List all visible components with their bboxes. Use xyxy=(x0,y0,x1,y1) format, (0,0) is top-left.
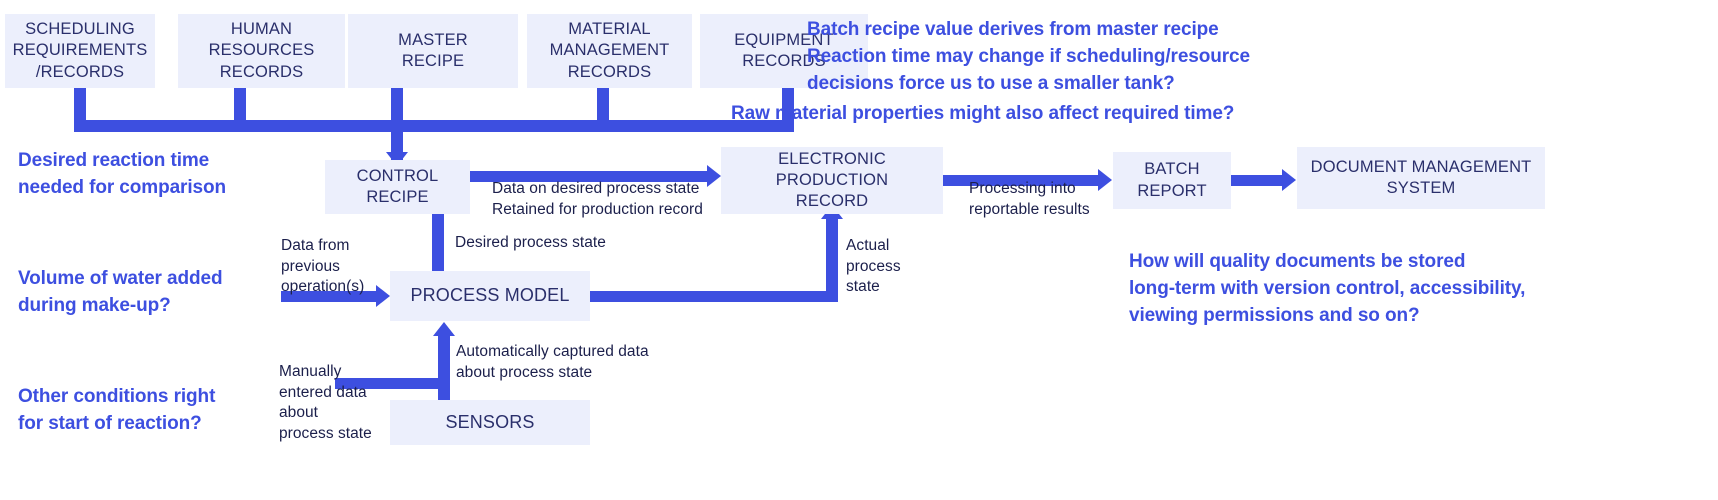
arrowhead-into-process-model-left xyxy=(376,285,390,307)
arrowhead-into-process-model-bottom xyxy=(433,322,455,336)
arrowhead-into-batch-report xyxy=(1098,169,1112,191)
edge-label-processing-into-reportable-results: Processing into reportable results xyxy=(969,180,1090,218)
node-batch-report[interactable]: BATCH REPORT xyxy=(1113,152,1231,209)
node-electronic-production-record[interactable]: ELECTRONIC PRODUCTION RECORD xyxy=(721,147,943,214)
annotation-other-conditions: Other conditions right for start of reac… xyxy=(18,386,216,434)
annotation-desired-reaction-time: Desired reaction time needed for compari… xyxy=(18,150,226,198)
connector-process-model-to-epr-horizontal xyxy=(590,291,838,302)
annotation-quality-documents: How will quality documents be stored lon… xyxy=(1129,251,1526,326)
diagram-canvas: SCHEDULING REQUIREMENTS /RECORDS HUMAN R… xyxy=(0,0,1718,500)
edge-label-desired-process-state: Desired process state xyxy=(455,234,606,251)
node-process-model[interactable]: PROCESS MODEL xyxy=(390,271,590,321)
node-control-recipe[interactable]: CONTROL RECIPE xyxy=(325,160,470,214)
node-human-resources-records[interactable]: HUMAN RESOURCES RECORDS xyxy=(178,14,345,88)
arrowhead-into-epr xyxy=(707,165,721,187)
node-document-management-system[interactable]: DOCUMENT MANAGEMENT SYSTEM xyxy=(1297,147,1545,209)
edge-label-data-from-previous-operations: Data from previous operation(s) xyxy=(281,237,365,296)
node-scheduling-requirements[interactable]: SCHEDULING REQUIREMENTS /RECORDS xyxy=(5,14,155,88)
edge-label-manually-entered-data: Manually entered data about process stat… xyxy=(279,363,372,442)
node-material-management-records[interactable]: MATERIAL MANAGEMENT RECORDS xyxy=(527,14,692,88)
node-sensors[interactable]: SENSORS xyxy=(390,400,590,445)
annotation-volume-of-water: Volume of water added during make-up? xyxy=(18,268,223,316)
edge-label-data-on-desired-process-state: Data on desired process state Retained f… xyxy=(492,180,703,218)
annotation-raw-material: Raw material properties might also affec… xyxy=(731,103,1235,124)
annotation-batch-recipe: Batch recipe value derives from master r… xyxy=(807,19,1250,94)
edge-label-automatically-captured-data: Automatically captured data about proces… xyxy=(456,343,649,381)
connector-process-model-to-epr-vertical xyxy=(826,214,838,302)
edge-label-actual-process-state: Actual process state xyxy=(846,237,901,296)
arrowhead-into-dms xyxy=(1282,169,1296,191)
connector-batch-report-to-dms xyxy=(1231,175,1283,186)
connector-top-bus xyxy=(74,120,794,132)
node-master-recipe[interactable]: MASTER RECIPE xyxy=(348,14,518,88)
connector-sensors-to-process-model xyxy=(438,333,450,407)
